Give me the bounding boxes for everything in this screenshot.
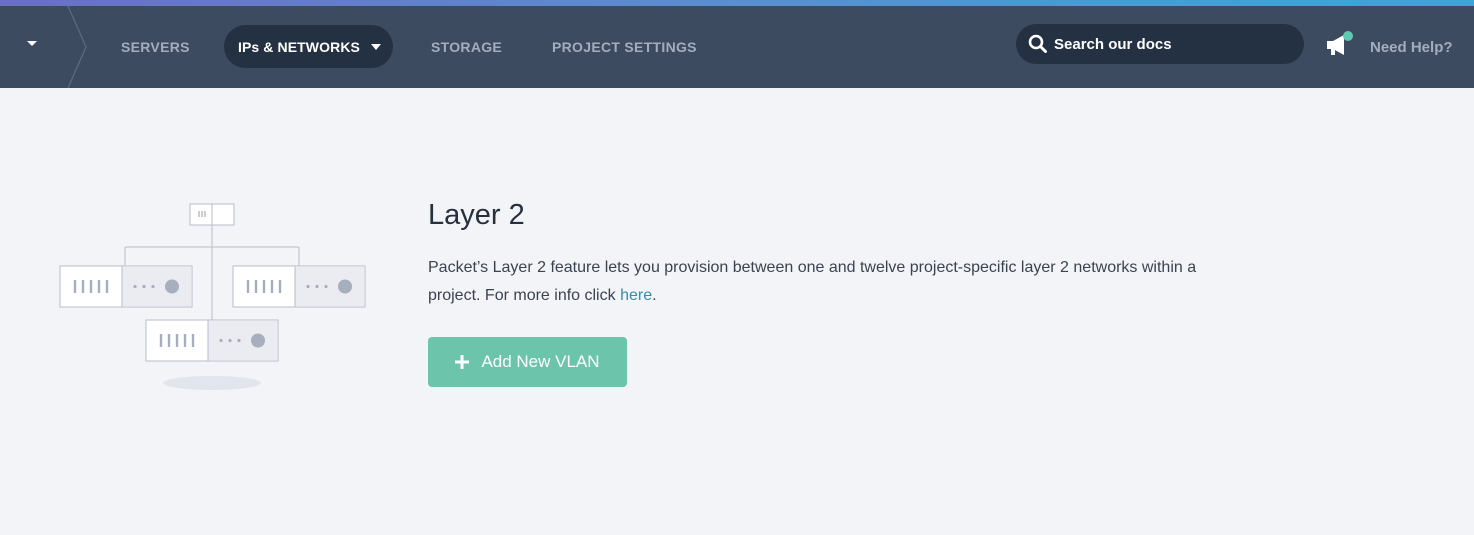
megaphone-icon [1327,31,1353,55]
nav-tab-project-settings[interactable]: PROJECT SETTINGS [552,6,697,88]
nav-tab-storage[interactable]: STORAGE [431,6,502,88]
search-icon [1028,34,1047,53]
layer2-empty-state: Layer 2 Packet’s Layer 2 feature lets yo… [428,196,1228,387]
need-help-link[interactable]: Need Help? [1370,6,1453,88]
docs-search [1016,24,1304,64]
chevron-down-icon [370,43,381,50]
add-new-vlan-button[interactable]: Add New VLAN [428,337,627,387]
context-switcher-toggle[interactable] [18,32,48,56]
breadcrumb-separator [67,6,87,88]
announcements-button[interactable] [1322,28,1356,62]
nav-tab-ips-networks-label: IPs & NETWORKS [238,38,360,55]
caret-down-icon [27,41,37,46]
nav-tab-servers[interactable]: SERVERS [121,6,190,88]
network-servers-illustration [59,203,366,390]
page-title: Layer 2 [428,199,525,231]
add-new-vlan-label: Add New VLAN [481,352,600,371]
notification-dot [1343,31,1353,41]
docs-search-input[interactable] [1054,35,1284,53]
plus-icon [455,355,470,369]
more-info-link[interactable]: here [620,287,652,304]
nav-tab-ips-networks[interactable]: IPs & NETWORKS [224,25,393,68]
top-navbar: SERVERS IPs & NETWORKS STORAGE PROJECT S… [0,6,1474,88]
description-text: Packet’s Layer 2 feature lets you provis… [428,259,1197,304]
description-end: . [652,287,657,304]
layer2-description: Packet’s Layer 2 feature lets you provis… [428,254,1228,310]
